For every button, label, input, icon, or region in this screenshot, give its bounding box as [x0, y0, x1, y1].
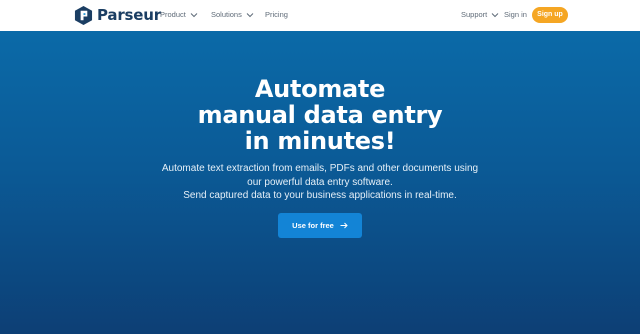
hero-headline-line-3: in minutes! [244, 127, 396, 155]
hero-headline-line-1: Automate [254, 75, 386, 103]
hero-section: Automate manual data entry in minutes! A… [0, 31, 640, 334]
nav-product[interactable]: Product [160, 10, 198, 20]
hero-subtitle-line-2: our powerful data entry software. [247, 176, 393, 188]
brand-name: Parseur [97, 6, 161, 24]
chevron-down-icon [190, 13, 198, 18]
hero-headline: Automate manual data entry in minutes! [120, 76, 520, 154]
sign-in-label: Sign in [504, 10, 527, 19]
nav-solutions-label: Solutions [211, 10, 242, 19]
brand-logo[interactable]: Parseur [74, 5, 161, 25]
hero-subtitle: Automate text extraction from emails, PD… [120, 162, 520, 203]
top-nav: Parseur Product Solutions Pricing Suppor… [0, 0, 640, 31]
hero-subtitle-line-1: Automate text extraction from emails, PD… [161, 163, 479, 174]
nav-pricing-label: Pricing [265, 10, 288, 19]
nav-support-label: Support [461, 10, 488, 19]
nav-solutions[interactable]: Solutions [211, 10, 254, 20]
chevron-down-icon [491, 13, 499, 18]
nav-pricing[interactable]: Pricing [265, 10, 288, 20]
use-for-free-label: Use for free [292, 221, 334, 230]
use-for-free-button[interactable]: Use for free [278, 213, 362, 238]
nav-product-label: Product [160, 10, 186, 19]
parseur-logo-icon [74, 5, 93, 25]
hero-headline-line-2: manual data entry [197, 101, 443, 129]
hero-subtitle-line-3: Send captured data to your business appl… [183, 190, 457, 201]
sign-up-button[interactable]: Sign up [532, 7, 568, 23]
nav-support[interactable]: Support [461, 10, 499, 20]
arrow-right-icon [340, 222, 348, 229]
sign-in-link[interactable]: Sign in [504, 10, 527, 20]
chevron-down-icon [246, 13, 254, 18]
